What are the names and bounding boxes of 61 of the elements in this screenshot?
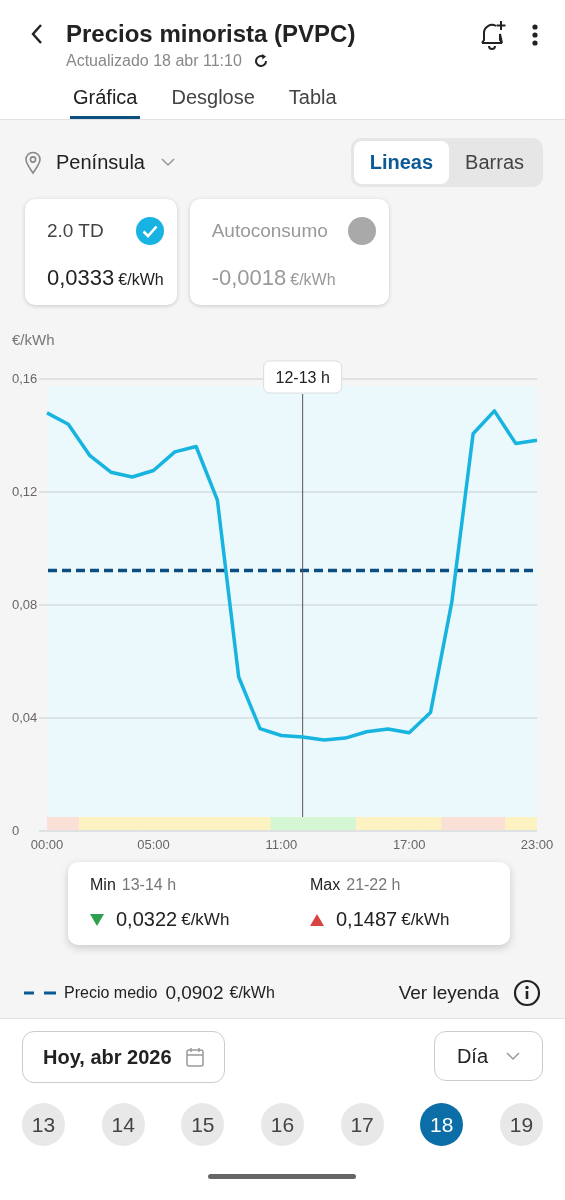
day-chip[interactable]: 18 xyxy=(420,1103,464,1146)
axis-label: 0 xyxy=(12,823,20,838)
axis-label: 05:00 xyxy=(137,837,170,852)
calendar-icon xyxy=(185,1047,204,1067)
axis-label: 0,04 xyxy=(12,710,38,725)
axis-label: 0,12 xyxy=(12,484,38,499)
tariff-card[interactable]: 2.0 TD 0,0333 €/kWh xyxy=(25,199,177,305)
toggle-option[interactable]: Barras xyxy=(449,141,540,184)
axis-label: 11:00 xyxy=(265,837,298,852)
ref-line-label: 12-13 h xyxy=(275,369,330,386)
average-unit: €/kWh xyxy=(229,984,275,1002)
day-chip[interactable]: 17 xyxy=(340,1103,384,1146)
up-triangle-icon xyxy=(310,913,324,926)
axis-label: 0,08 xyxy=(12,597,38,612)
axis-unit: €/kWh xyxy=(11,331,56,349)
checked-icon[interactable] xyxy=(135,217,164,245)
day-chip[interactable]: 13 xyxy=(22,1103,65,1146)
legend-link[interactable]: Ver leyenda xyxy=(398,982,499,1004)
toggle-option[interactable]: Lineas xyxy=(353,141,450,184)
axis-label: 17:00 xyxy=(392,837,426,852)
stat-unit: €/kWh xyxy=(181,909,230,930)
tab[interactable]: Gráfica xyxy=(70,86,141,119)
stat-label: Max xyxy=(310,876,341,894)
period-dropdown[interactable]: Día xyxy=(433,1031,543,1081)
average-value: 0,0902 xyxy=(165,982,224,1004)
tab[interactable]: Tabla xyxy=(285,86,340,119)
page-title: Precios minorista (PVPC) xyxy=(66,20,357,48)
axis-label: 0,16 xyxy=(12,371,38,386)
tab[interactable]: Desglose xyxy=(168,86,258,119)
tariff-name: Autoconsumo xyxy=(211,220,328,242)
day-chip[interactable]: 19 xyxy=(499,1103,543,1146)
stat-unit: €/kWh xyxy=(401,909,450,930)
update-time: Actualizado 18 abr 11:10 xyxy=(66,52,242,70)
info-icon[interactable] xyxy=(513,979,541,1007)
day-chip[interactable]: 15 xyxy=(181,1103,225,1146)
back-icon[interactable] xyxy=(30,23,44,45)
unchecked-icon[interactable] xyxy=(347,217,376,245)
chevron-down-icon[interactable] xyxy=(160,158,175,167)
chevron-down-icon xyxy=(506,1051,520,1061)
stat-hours: 13-14 h xyxy=(121,876,177,894)
price-unit: €/kWh xyxy=(118,271,164,288)
dashed-line-icon xyxy=(24,991,56,995)
day-chip[interactable]: 16 xyxy=(260,1103,304,1146)
stat-value: 0,0322 xyxy=(116,908,178,931)
stat-value: 0,1487 xyxy=(336,908,398,931)
tooltip: 12-13 h xyxy=(263,360,343,394)
price-value: -0,0018 xyxy=(211,265,287,290)
price-unit: €/kWh xyxy=(290,271,336,288)
day-chip[interactable]: 14 xyxy=(101,1103,145,1146)
axis-label: 00:00 xyxy=(30,837,64,852)
region-select[interactable]: Península xyxy=(56,151,145,174)
date-button[interactable]: Hoy, abr 2026 xyxy=(22,1031,225,1083)
legend-label: Precio medio xyxy=(64,984,158,1002)
stat-hours: 21-22 h xyxy=(346,876,401,894)
stat-label: Min xyxy=(90,876,116,894)
tariff-name: 2.0 TD xyxy=(47,220,104,242)
price-value: 0,0333 xyxy=(47,265,115,290)
axis-label: 23:00 xyxy=(520,837,554,852)
location-pin-icon xyxy=(24,150,42,175)
more-icon[interactable] xyxy=(531,23,539,47)
down-triangle-icon xyxy=(90,913,104,926)
